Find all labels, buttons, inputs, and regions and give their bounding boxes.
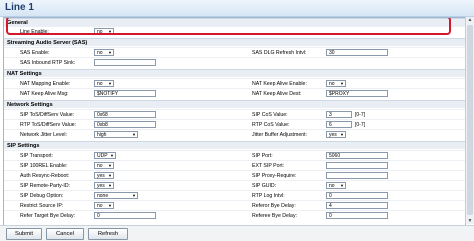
sip-transport-label: SIP Transport: (20, 153, 54, 159)
chevron-down-icon: ▼ (132, 193, 136, 198)
title-bar: Line 1 (0, 0, 474, 17)
sip-cos-hint: [0-7] (355, 112, 366, 118)
scrollbar[interactable]: ▲ ▼ (465, 17, 474, 224)
rtp-cos-hint: [0-7] (355, 122, 366, 128)
section-network: Network Settings (4, 100, 465, 108)
sas-rtp-sink-label: SAS Inbound RTP Sink: (20, 60, 76, 66)
chevron-down-icon: ▼ (340, 183, 344, 188)
sip-port-input[interactable]: 5060 (326, 152, 388, 159)
chevron-down-icon: ▼ (340, 132, 344, 137)
nat-keep-alive-enable-select[interactable]: no ▼ (326, 80, 346, 87)
referee-bye-label: Referee Bye Delay: (252, 213, 297, 219)
row-sip-7: Refer Target Bye Delay: 0 Referee Bye De… (4, 210, 465, 221)
sip-guid-select[interactable]: no ▼ (326, 182, 346, 189)
sas-dlg-refresh-label: SAS DLG Refresh Intvl: (252, 50, 307, 56)
jitter-level-select[interactable]: high ▼ (94, 131, 138, 138)
row-nat-2: NAT Keep Alive Msg: $NOTIFY NAT Keep Ali… (4, 88, 465, 99)
refresh-button[interactable]: Refresh (88, 228, 128, 240)
row-sas-2: SAS Inbound RTP Sink: (4, 57, 465, 68)
sip-remote-party-select[interactable]: yes ▼ (94, 182, 114, 189)
highlight-box (6, 18, 451, 35)
ext-sip-port-label: EXT SIP Port: (252, 163, 285, 169)
sas-rtp-sink-input[interactable] (94, 59, 156, 66)
nat-mapping-label: NAT Mapping Enable: (20, 81, 71, 87)
sip-proxy-require-label: SIP Proxy-Require: (252, 173, 297, 179)
refer-target-bye-input[interactable]: 0 (94, 212, 156, 219)
scroll-down-icon[interactable]: ▼ (467, 218, 473, 224)
page-title: Line 1 (5, 2, 34, 13)
rtp-log-label: RTP Log Intvl: (252, 193, 285, 199)
sas-enable-label: SAS Enable: (20, 50, 50, 56)
rtp-cos-label: RTP CoS Value: (252, 122, 290, 128)
jitter-level-label: Network Jitter Level: (20, 132, 67, 138)
sip-port-label: SIP Port: (252, 153, 273, 159)
sip-100rel-label: SIP 100REL Enable: (20, 163, 68, 169)
sip-cos-label: SIP CoS Value: (252, 112, 288, 118)
jitter-adjust-select[interactable]: yes ▼ (326, 131, 346, 138)
ext-sip-port-input[interactable] (326, 162, 388, 169)
sip-debug-option-label: SIP Debug Option: (20, 193, 64, 199)
section-sas: Streaming Audio Server (SAS) (4, 38, 465, 46)
auth-resync-label: Auth Resync-Reboot: (20, 173, 70, 179)
nat-keep-alive-msg-label: NAT Keep Alive Msg: (20, 91, 69, 97)
nat-keep-alive-dest-input[interactable]: $PROXY (326, 90, 388, 97)
sas-enable-select[interactable]: no ▼ (94, 49, 114, 56)
referee-bye-input[interactable]: 0 (326, 212, 388, 219)
jitter-adjust-label: Jitter Buffer Adjustment: (252, 132, 307, 138)
nat-mapping-select[interactable]: no ▼ (94, 80, 114, 87)
chevron-down-icon: ▼ (108, 173, 112, 178)
sip-100rel-select[interactable]: no ▼ (94, 162, 114, 169)
chevron-down-icon: ▼ (108, 203, 112, 208)
restrict-source-label: Restrict Source IP: (20, 203, 64, 209)
referor-bye-input[interactable]: 4 (326, 202, 388, 209)
section-nat: NAT Settings (4, 69, 465, 77)
scroll-up-icon[interactable]: ▲ (467, 17, 473, 23)
row-net-3: Network Jitter Level: high ▼ Jitter Buffe… (4, 129, 465, 140)
restrict-source-select[interactable]: no ▼ (94, 202, 114, 209)
chevron-down-icon: ▼ (132, 132, 136, 137)
sip-cos-input[interactable]: 3 (326, 111, 352, 118)
rtp-tos-label: RTP ToS/DiffServ Value: (20, 122, 77, 128)
rtp-cos-input[interactable]: 6 (326, 121, 352, 128)
referor-bye-label: Referor Bye Delay: (252, 203, 296, 209)
sip-proxy-require-input[interactable] (326, 172, 388, 179)
sip-tos-input[interactable]: 0x68 (94, 111, 156, 118)
button-bar: Submit Cancel Refresh (0, 225, 474, 241)
settings-panel: General Line Enable: no ▼ Streaming Audio… (3, 17, 466, 226)
nat-keep-alive-dest-label: NAT Keep Alive Dest: (252, 91, 302, 97)
chevron-down-icon: ▼ (110, 153, 114, 158)
nat-keep-alive-enable-label: NAT Keep Alive Enable: (252, 81, 307, 87)
auth-resync-select[interactable]: yes ▼ (94, 172, 114, 179)
refer-target-bye-label: Refer Target Bye Delay: (20, 213, 75, 219)
sip-debug-option-select[interactable]: none ▼ (94, 192, 138, 199)
sas-dlg-refresh-input[interactable]: 30 (326, 49, 388, 56)
scrollbar-thumb[interactable] (467, 25, 473, 215)
cancel-button[interactable]: Cancel (46, 228, 84, 240)
section-sip: SIP Settings (4, 141, 465, 149)
sip-remote-party-label: SIP Remote-Party-ID: (20, 183, 71, 189)
sip-transport-select[interactable]: UDP ▼ (94, 152, 116, 159)
chevron-down-icon: ▼ (108, 50, 112, 55)
sip-guid-label: SIP GUID: (252, 183, 277, 189)
nat-keep-alive-msg-input[interactable]: $NOTIFY (94, 90, 156, 97)
rtp-tos-input[interactable]: 0xb8 (94, 121, 156, 128)
sip-tos-label: SIP ToS/DiffServ Value: (20, 112, 75, 118)
chevron-down-icon: ▼ (108, 81, 112, 86)
rtp-log-input[interactable]: 0 (326, 192, 388, 199)
chevron-down-icon: ▼ (108, 163, 112, 168)
chevron-down-icon: ▼ (108, 183, 112, 188)
submit-button[interactable]: Submit (6, 228, 42, 240)
chevron-down-icon: ▼ (340, 81, 344, 86)
